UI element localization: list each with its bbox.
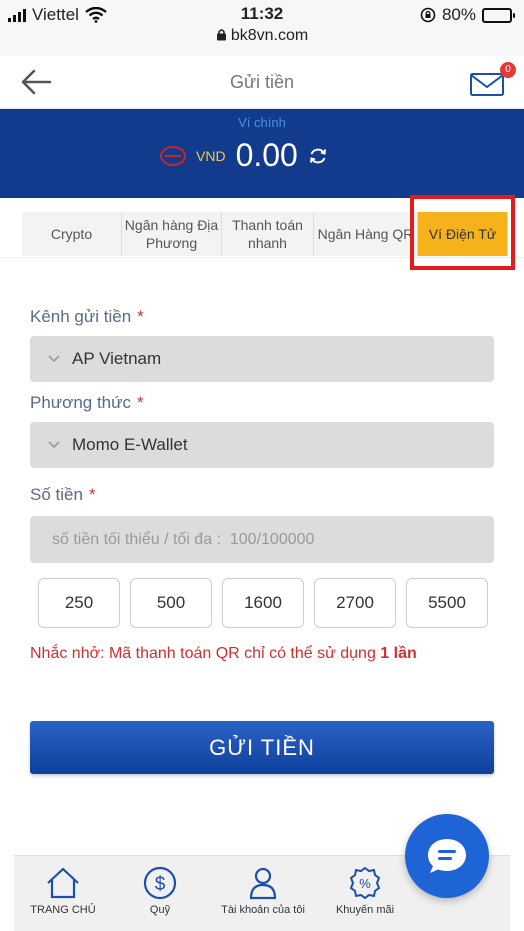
svg-text:$: $ [155,874,166,895]
tab-crypto[interactable]: Crypto [22,212,122,256]
quick-amount-button[interactable]: 5500 [406,578,488,628]
tab-qr-bank[interactable]: Ngân Hàng QR [314,212,418,256]
battery-percent: 80% [441,5,476,24]
method-value: Momo E-Wallet [72,435,188,454]
currency-code: VND [196,147,226,164]
quick-amounts: 250 500 1600 2700 5500 [38,578,488,628]
app-header: Gửi tiền 0 [0,56,524,109]
nav-promotions[interactable]: % Khuyến mãi [328,866,402,916]
browser-url[interactable]: bk8vn.com [0,27,524,45]
amount-label: Số tiền * [30,485,96,504]
nav-fund[interactable]: $ Quỹ [132,866,188,916]
quick-amount-button[interactable]: 500 [130,578,212,628]
user-icon [249,867,277,900]
method-select[interactable]: Momo E-Wallet [30,422,494,468]
chat-button[interactable] [405,814,489,898]
channel-select[interactable]: AP Vietnam [30,336,494,382]
wallet-balance: 0.00 [235,137,298,173]
method-label: Phương thức * [30,393,144,412]
promo-icon: % [349,866,381,900]
svg-text:%: % [359,876,371,891]
quick-amount-button[interactable]: 2700 [314,578,396,628]
orientation-lock-icon [420,7,436,23]
dollar-icon: $ [143,866,177,900]
quick-amount-button[interactable]: 1600 [222,578,304,628]
chat-bubble-icon [428,839,466,873]
channel-label: Kênh gửi tiền * [30,307,144,326]
nav-home[interactable]: TRANG CHỦ [24,866,102,916]
status-bar: Viettel 11:32 bk8vn.com 80% [0,0,524,56]
currency-icon [160,145,186,166]
lock-icon [216,29,226,41]
notification-badge: 0 [500,62,516,78]
page-title: Gửi tiền [229,72,295,92]
tab-fast-payment[interactable]: Thanh toán nhanh [222,212,314,256]
nav-account[interactable]: Tài khoản của tôi [210,866,316,916]
highlight-box [410,195,515,270]
refresh-icon[interactable] [308,146,328,166]
chevron-down-icon [48,355,60,363]
amount-input[interactable] [30,516,494,563]
tab-local-bank[interactable]: Ngân hàng Địa Phương [122,212,222,256]
wallet-panel: Ví chính VND 0.00 [0,109,524,198]
wallet-label: Ví chính [238,115,286,130]
url-text: bk8vn.com [230,27,309,44]
quick-amount-button[interactable]: 250 [38,578,120,628]
home-icon [47,867,79,899]
status-right: 80% [420,5,515,25]
battery-icon [482,7,515,23]
wallet-balance-row: VND 0.00 [160,137,328,174]
channel-value: AP Vietnam [72,349,162,368]
chevron-down-icon [48,441,60,449]
reminder-notice: Nhắc nhở: Mã thanh toán QR chỉ có thể sử… [30,645,417,662]
deposit-submit-button[interactable]: GỬI TIỀN [30,721,494,774]
